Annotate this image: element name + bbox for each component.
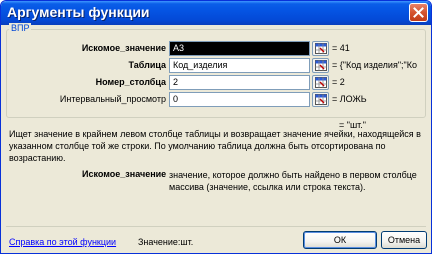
current-arg-description: значение, которое должно быть найдено в … [169, 170, 417, 192]
title-bar[interactable]: Аргументы функции [1, 1, 431, 25]
range-select-icon [315, 77, 327, 88]
current-arg-name: Искомое_значение [82, 169, 167, 179]
formula-value-text: шт. [180, 237, 194, 247]
help-link[interactable]: Справка по этой функции [9, 237, 116, 247]
arg-label-table: Таблица [128, 60, 166, 70]
range-select-icon [315, 43, 327, 54]
col-index-collapse-button[interactable] [312, 75, 329, 90]
ok-button[interactable]: ОК [303, 231, 377, 249]
lookup-value-input[interactable]: A3 [169, 41, 310, 56]
col-index-input[interactable]: 2 [169, 75, 310, 90]
col-index-result: = 2 [332, 77, 345, 87]
formula-value: Значение:шт. [138, 237, 193, 247]
dialog-title: Аргументы функции [7, 4, 150, 20]
function-name-label: ВПР [9, 23, 32, 33]
range-lookup-input[interactable]: 0 [169, 92, 310, 107]
range-select-icon [315, 94, 327, 105]
lookup-value-result: = 41 [332, 43, 350, 53]
close-button[interactable] [409, 3, 428, 22]
footer-divider [6, 226, 426, 227]
table-collapse-button[interactable] [312, 58, 329, 73]
range-lookup-result: = ЛОЖЬ [332, 94, 367, 104]
lookup-value-collapse-button[interactable] [312, 41, 329, 56]
arg-label-lookup-value: Искомое_значение [81, 43, 166, 53]
function-description: Ищет значение в крайнем левом столбце та… [9, 129, 421, 163]
formula-value-label: Значение: [138, 237, 181, 247]
table-input[interactable]: Код_изделия [169, 58, 310, 73]
arg-label-col-index: Номер_столбца [95, 77, 166, 87]
close-icon [413, 7, 424, 18]
function-arguments-dialog: Аргументы функции ВПР Искомое_значение A… [0, 0, 432, 254]
cancel-button[interactable]: Отмена [381, 231, 427, 249]
table-result: = {"Код изделия";"Ко [332, 60, 417, 70]
range-lookup-collapse-button[interactable] [312, 92, 329, 107]
range-select-icon [315, 60, 327, 71]
arg-label-range-lookup: Интервальный_просмотр [59, 94, 166, 104]
